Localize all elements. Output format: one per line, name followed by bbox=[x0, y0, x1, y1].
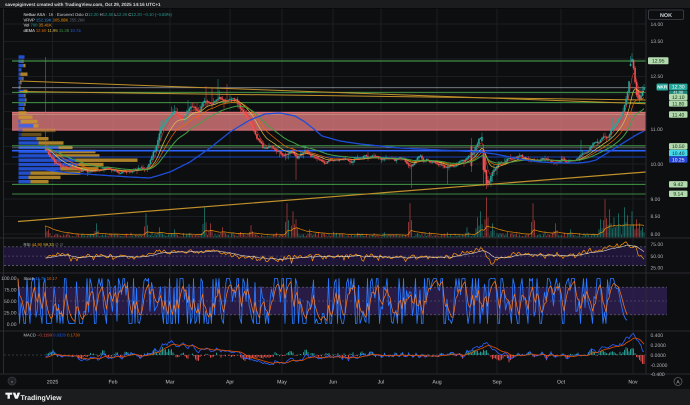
svg-text:Oct: Oct bbox=[557, 380, 566, 386]
svg-text:Aug: Aug bbox=[432, 380, 441, 386]
svg-text:Nov: Nov bbox=[628, 380, 638, 386]
svg-text:May: May bbox=[277, 380, 287, 386]
svg-text:9.14: 9.14 bbox=[673, 192, 683, 198]
svg-text:Stoch 11.76 10.17: Stoch 11.76 10.17 bbox=[24, 276, 58, 281]
svg-text:-0.400: -0.400 bbox=[651, 372, 665, 378]
svg-text:0.0000: 0.0000 bbox=[651, 353, 667, 359]
svg-text:0.00: 0.00 bbox=[7, 322, 17, 328]
svg-text:50.00: 50.00 bbox=[651, 254, 664, 260]
svg-text:12.95: 12.95 bbox=[652, 59, 665, 65]
svg-text:Sep: Sep bbox=[492, 380, 501, 386]
svg-text:12.10: 12.10 bbox=[672, 95, 685, 101]
svg-text:9.00: 9.00 bbox=[651, 197, 661, 203]
svg-text:MACD −0.1199 0.0320 0.1730: MACD −0.1199 0.0320 0.1730 bbox=[24, 333, 81, 338]
svg-text:0.400: 0.400 bbox=[651, 333, 664, 339]
svg-text:RSI 44.90 59.33 ∅ ∅: RSI 44.90 59.33 ∅ ∅ bbox=[24, 242, 64, 247]
svg-text:13.50: 13.50 bbox=[651, 39, 664, 45]
svg-text:savepiginvest created with Tra: savepiginvest created with TradingView.c… bbox=[5, 2, 161, 7]
svg-text:TradingView: TradingView bbox=[21, 394, 63, 402]
svg-text:8.50: 8.50 bbox=[651, 214, 661, 220]
svg-text:75.00: 75.00 bbox=[4, 287, 17, 293]
svg-text:NOK: NOK bbox=[660, 13, 672, 19]
svg-text:dEMA 12.60 11.95 11.28 10.74: dEMA 12.60 11.95 11.28 10.74 bbox=[24, 28, 82, 33]
svg-text:25.00: 25.00 bbox=[4, 310, 17, 316]
svg-text:Jul: Jul bbox=[378, 380, 385, 386]
svg-text:9.42: 9.42 bbox=[673, 182, 683, 188]
svg-text:11.00: 11.00 bbox=[651, 127, 663, 133]
svg-text:10.50: 10.50 bbox=[672, 144, 685, 150]
svg-text:100.00: 100.00 bbox=[1, 276, 17, 282]
svg-text:2025: 2025 bbox=[47, 380, 59, 386]
svg-text:-0.2000: -0.2000 bbox=[651, 363, 668, 369]
svg-text:11.40: 11.40 bbox=[672, 112, 684, 118]
svg-text:NKR: NKR bbox=[657, 85, 668, 90]
svg-text:10.25: 10.25 bbox=[672, 157, 685, 163]
svg-text:Jun: Jun bbox=[329, 380, 337, 386]
svg-text:Apr: Apr bbox=[226, 380, 234, 386]
svg-text:8.00: 8.00 bbox=[651, 232, 661, 238]
svg-text:75.00: 75.00 bbox=[651, 242, 664, 248]
svg-text:14.00: 14.00 bbox=[651, 22, 664, 28]
svg-text:50.00: 50.00 bbox=[4, 299, 17, 305]
svg-text:0.2000: 0.2000 bbox=[651, 343, 667, 349]
svg-text:10.40: 10.40 bbox=[672, 151, 685, 157]
svg-text:11.80: 11.80 bbox=[672, 101, 684, 107]
svg-text:25.00: 25.00 bbox=[651, 266, 664, 272]
svg-text:10.00: 10.00 bbox=[651, 162, 664, 168]
svg-text:Mar: Mar bbox=[166, 380, 175, 386]
svg-text:Feb: Feb bbox=[109, 380, 118, 386]
svg-text:12.50: 12.50 bbox=[651, 74, 664, 80]
